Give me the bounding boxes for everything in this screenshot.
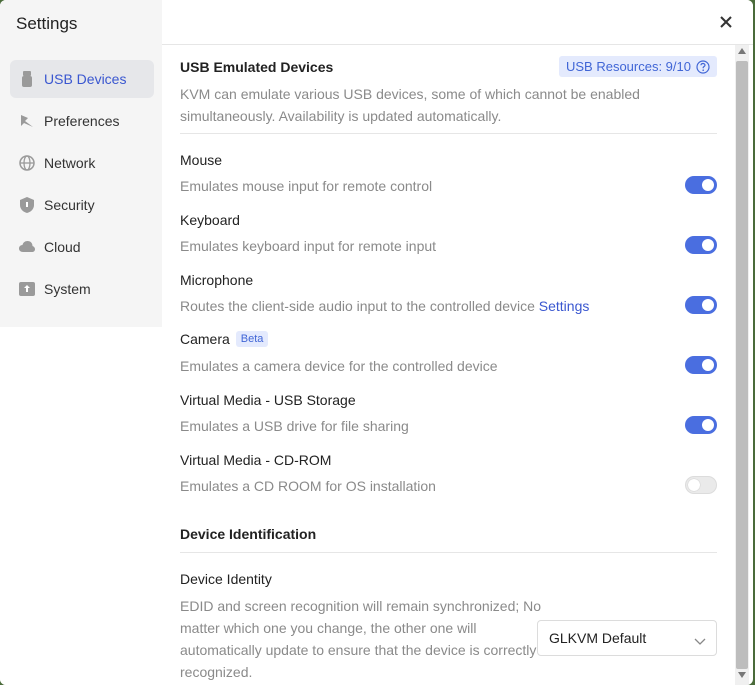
device-name: Virtual Media - USB Storage xyxy=(180,392,356,408)
scroll-up-arrow[interactable] xyxy=(735,48,749,58)
identity-label-text: Device Identity xyxy=(180,571,272,587)
cd-rom-toggle[interactable] xyxy=(685,476,717,494)
device-name: Mouse xyxy=(180,152,223,168)
device-desc-keyboard: Emulates keyboard input for remote input xyxy=(180,238,437,254)
sidebar-item-label: Preferences xyxy=(44,113,120,129)
usb-icon xyxy=(18,70,36,88)
usb-storage-toggle[interactable] xyxy=(685,416,717,434)
keyboard-toggle[interactable] xyxy=(685,236,717,254)
sidebar-nav: USB Devices Preferences Network Security xyxy=(10,60,154,312)
device-title-keyboard: Keyboard xyxy=(180,212,240,228)
device-name: Camera xyxy=(180,331,230,347)
mouse-toggle[interactable] xyxy=(685,176,717,194)
sidebar-item-network[interactable]: Network xyxy=(10,144,154,182)
sidebar-item-label: System xyxy=(44,281,91,297)
device-desc-microphone: Routes the client-side audio input to th… xyxy=(180,298,589,314)
section-divider xyxy=(180,552,717,553)
device-title-usb-storage: Virtual Media - USB Storage xyxy=(180,392,356,408)
usb-section-title: USB Emulated Devices xyxy=(180,59,334,75)
settings-window: Settings USB Devices Preferences Network xyxy=(0,0,753,685)
device-title-cd-rom: Virtual Media - CD-ROM xyxy=(180,452,331,468)
help-icon xyxy=(696,59,710,74)
sidebar-item-security[interactable]: Security xyxy=(10,186,154,224)
scroll-thumb[interactable] xyxy=(736,61,748,669)
close-button[interactable] xyxy=(717,13,735,31)
device-desc-mouse: Emulates mouse input for remote control xyxy=(180,178,433,194)
microphone-toggle[interactable] xyxy=(685,296,717,314)
sidebar-item-usb-devices[interactable]: USB Devices xyxy=(10,60,154,98)
scroll-down-arrow[interactable] xyxy=(735,672,749,682)
sidebar-item-label: Cloud xyxy=(44,239,81,255)
sidebar-item-label: Network xyxy=(44,155,96,171)
usb-section-description: KVM can emulate various USB devices, som… xyxy=(180,86,640,124)
top-bar xyxy=(162,0,753,45)
device-name: Keyboard xyxy=(180,212,240,228)
sidebar-item-label: Security xyxy=(44,197,95,213)
identification-section-title: Device Identification xyxy=(180,526,317,542)
usb-settings-content: USB Emulated Devices USB Resources: 9/10… xyxy=(180,45,717,685)
beta-badge: Beta xyxy=(235,331,269,347)
chevron-down-icon xyxy=(694,633,706,645)
sidebar-item-cloud[interactable]: Cloud xyxy=(10,228,154,266)
microphone-settings-link[interactable]: Settings xyxy=(539,298,590,314)
device-identity-label: Device Identity xyxy=(180,571,272,587)
device-title-camera: Camera Beta xyxy=(180,331,269,347)
usb-resources-badge[interactable]: USB Resources: 9/10 xyxy=(558,56,717,77)
close-icon xyxy=(720,16,732,28)
device-title-microphone: Microphone xyxy=(180,272,253,288)
shield-icon xyxy=(18,196,36,214)
device-identity-select[interactable]: GLKVM Default xyxy=(537,620,717,656)
preferences-icon xyxy=(18,112,36,130)
device-identity-description: EDID and screen recognition will remain … xyxy=(180,598,542,680)
sidebar-item-label: USB Devices xyxy=(44,71,127,87)
globe-icon xyxy=(18,154,36,172)
device-desc-cd-rom: Emulates a CD ROOM for OS installation xyxy=(180,478,436,494)
device-name: Microphone xyxy=(180,272,254,288)
select-value: GLKVM Default xyxy=(549,630,647,646)
sidebar-item-preferences[interactable]: Preferences xyxy=(10,102,154,140)
scrollbar[interactable] xyxy=(735,45,749,685)
device-name: Virtual Media - CD-ROM xyxy=(180,452,332,468)
section-divider xyxy=(180,133,717,134)
cloud-icon xyxy=(18,238,36,256)
system-icon xyxy=(18,280,36,298)
device-desc-text: Routes the client-side audio input to th… xyxy=(180,298,535,314)
device-desc-camera: Emulates a camera device for the control… xyxy=(180,358,498,374)
usb-resources-text: USB Resources: 9/10 xyxy=(565,59,691,74)
sidebar-item-system[interactable]: System xyxy=(10,270,154,308)
device-desc-usb-storage: Emulates a USB drive for file sharing xyxy=(180,418,409,434)
camera-toggle[interactable] xyxy=(685,356,717,374)
device-title-mouse: Mouse xyxy=(180,152,222,168)
sidebar: Settings USB Devices Preferences Network xyxy=(0,0,162,685)
settings-title: Settings xyxy=(16,14,78,33)
